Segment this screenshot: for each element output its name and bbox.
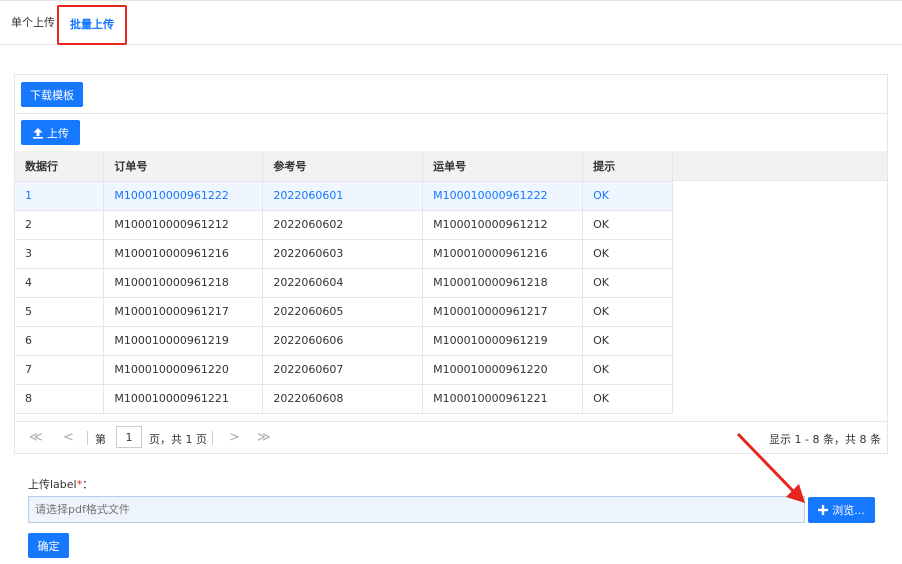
col-header-waybill-no[interactable]: 运单号 xyxy=(422,151,584,182)
cell-row-no: 2 xyxy=(15,210,105,240)
browse-button[interactable]: 浏览... xyxy=(808,497,875,523)
pagination-info: 显示 1 - 8 条，共 8 条 xyxy=(769,433,881,446)
cell-reference-no: 2022060608 xyxy=(262,384,424,414)
table-row[interactable]: 5 M100010000961217 2022060605 M100010000961… xyxy=(15,297,673,327)
cell-order-no: M100010000961221 xyxy=(103,384,264,414)
cell-hint: OK xyxy=(582,326,673,356)
plus-icon xyxy=(818,505,829,515)
upload-button[interactable]: 上传 xyxy=(21,120,80,145)
browse-button-label: 浏览... xyxy=(832,504,865,517)
table-row[interactable]: 7 M100010000961220 2022060607 M100010000961… xyxy=(15,355,673,385)
page-prefix: 第 xyxy=(95,433,106,446)
download-template-button[interactable]: 下载模板 xyxy=(21,82,83,107)
cell-hint: OK xyxy=(582,297,673,327)
cell-reference-no: 2022060602 xyxy=(262,210,424,240)
last-page-button[interactable]: ≫ xyxy=(257,430,271,445)
cell-hint: OK xyxy=(582,239,673,269)
cell-row-no: 5 xyxy=(15,297,105,327)
col-header-reference-no[interactable]: 参考号 xyxy=(262,151,424,182)
cell-order-no: M100010000961216 xyxy=(103,239,264,269)
cell-row-no: 1 xyxy=(15,181,105,211)
next-page-button[interactable]: > xyxy=(229,430,240,445)
tab-bar: 单个上传 批量上传 xyxy=(0,0,902,45)
confirm-button[interactable]: 确定 xyxy=(28,533,69,558)
cell-reference-no: 2022060607 xyxy=(262,355,424,385)
table-row[interactable]: 3 M100010000961216 2022060603 M100010000961… xyxy=(15,239,673,269)
prev-page-button[interactable]: < xyxy=(63,430,74,445)
table-row[interactable]: 1 M100010000961222 2022060601 M100010000961… xyxy=(15,181,673,211)
cell-order-no: M100010000961217 xyxy=(103,297,264,327)
cell-reference-no: 2022060605 xyxy=(262,297,424,327)
page-suffix: 页，共 1 页 xyxy=(149,433,207,446)
upload-label-colon: ： xyxy=(82,478,94,491)
cell-waybill-no: M100010000961212 xyxy=(422,210,584,240)
cell-hint: OK xyxy=(582,384,673,414)
upload-label: 上传label*： xyxy=(28,476,93,492)
cell-waybill-no: M100010000961217 xyxy=(422,297,584,327)
tab-single-upload[interactable]: 单个上传 xyxy=(11,1,55,45)
cell-waybill-no: M100010000961218 xyxy=(422,268,584,298)
cell-hint: OK xyxy=(582,268,673,298)
cell-order-no: M100010000961212 xyxy=(103,210,264,240)
cell-waybill-no: M100010000961219 xyxy=(422,326,584,356)
file-path-input[interactable] xyxy=(28,496,805,523)
batch-upload-panel: 下载模板 上传 数据行 订单号 参考号 运单号 提示 1 M10001000096… xyxy=(14,74,888,454)
table-row[interactable]: 8 M100010000961221 2022060608 M100010000961… xyxy=(15,384,673,414)
table-header-row: 数据行 订单号 参考号 运单号 提示 xyxy=(15,151,673,182)
cell-row-no: 7 xyxy=(15,355,105,385)
col-header-hint[interactable]: 提示 xyxy=(582,151,673,182)
pager-separator xyxy=(87,431,88,445)
table-row[interactable]: 2 M100010000961212 2022060602 M100010000961… xyxy=(15,210,673,240)
cell-waybill-no: M100010000961221 xyxy=(422,384,584,414)
cell-reference-no: 2022060601 xyxy=(262,181,424,211)
pager-separator xyxy=(212,431,213,445)
divider xyxy=(15,113,887,114)
cell-order-no: M100010000961222 xyxy=(103,181,264,211)
col-header-row-no[interactable]: 数据行 xyxy=(15,151,105,182)
page-number-input[interactable] xyxy=(116,426,142,448)
cell-reference-no: 2022060604 xyxy=(262,268,424,298)
first-page-button[interactable]: ≪ xyxy=(29,430,43,445)
cell-reference-no: 2022060606 xyxy=(262,326,424,356)
table-row[interactable]: 4 M100010000961218 2022060604 M100010000961… xyxy=(15,268,673,298)
cell-order-no: M100010000961219 xyxy=(103,326,264,356)
cell-waybill-no: M100010000961216 xyxy=(422,239,584,269)
cell-reference-no: 2022060603 xyxy=(262,239,424,269)
pagination: ≪ < 第 页，共 1 页 > ≫ 显示 1 - 8 条，共 8 条 xyxy=(15,421,887,453)
cell-order-no: M100010000961218 xyxy=(103,268,264,298)
cell-hint: OK xyxy=(582,181,673,211)
cell-order-no: M100010000961220 xyxy=(103,355,264,385)
tab-batch-upload[interactable]: 批量上传 xyxy=(57,5,127,45)
cell-hint: OK xyxy=(582,355,673,385)
cell-row-no: 6 xyxy=(15,326,105,356)
cell-row-no: 4 xyxy=(15,268,105,298)
cell-waybill-no: M100010000961220 xyxy=(422,355,584,385)
upload-label-text: 上传label xyxy=(28,478,77,491)
cell-row-no: 3 xyxy=(15,239,105,269)
upload-icon xyxy=(32,127,44,139)
result-table: 数据行 订单号 参考号 运单号 提示 1 M100010000961222 2022… xyxy=(15,151,673,414)
upload-button-label: 上传 xyxy=(47,126,69,140)
cell-hint: OK xyxy=(582,210,673,240)
cell-row-no: 8 xyxy=(15,384,105,414)
cell-waybill-no: M100010000961222 xyxy=(422,181,584,211)
table-row[interactable]: 6 M100010000961219 2022060606 M100010000961… xyxy=(15,326,673,356)
col-header-order-no[interactable]: 订单号 xyxy=(103,151,264,182)
